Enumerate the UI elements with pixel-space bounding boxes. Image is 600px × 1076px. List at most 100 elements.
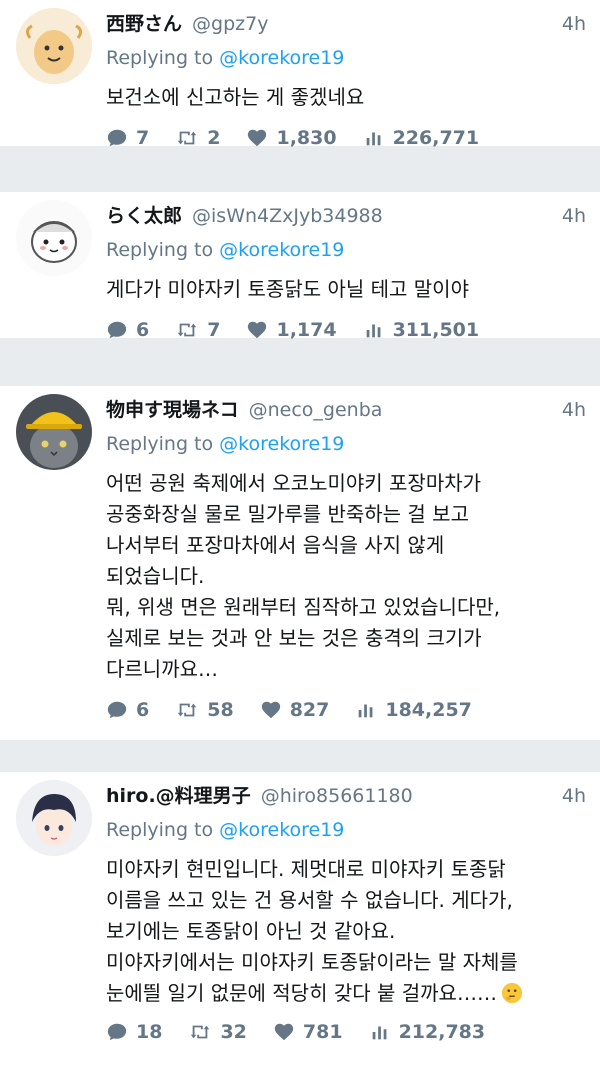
like-button[interactable]: 827: [260, 699, 330, 721]
tweet[interactable]: 西野さん @gpz7y 4h Replying to @korekore19 보…: [0, 0, 600, 149]
like-count: 1,830: [276, 127, 337, 149]
tweet[interactable]: hiro.@料理男子 @hiro85661180 4h Replying to …: [0, 772, 600, 1076]
retweet-icon: [178, 703, 197, 717]
like-count: 827: [289, 699, 330, 721]
timestamp[interactable]: 4h: [562, 6, 586, 42]
reply-bubble-icon: [107, 701, 127, 719]
replying-to: Replying to @korekore19: [106, 42, 586, 74]
display-name[interactable]: 西野さん: [106, 6, 182, 42]
tweet-header: hiro.@料理男子 @hiro85661180 4h: [106, 778, 586, 814]
cartoon-character-avatar-icon: [16, 8, 92, 84]
views-button[interactable]: 311,501: [363, 319, 480, 341]
views-bar-chart-icon: [366, 132, 380, 146]
avatar[interactable]: [16, 200, 92, 276]
retweet-icon: [178, 323, 197, 337]
cartoon-character-avatar-icon: [16, 200, 92, 276]
retweet-count: 2: [207, 127, 221, 149]
retweet-button[interactable]: 58: [175, 699, 234, 721]
tweet-actions: 6 7 1,174 311,501: [106, 319, 586, 341]
reply-button[interactable]: 6: [106, 319, 149, 341]
view-count: 184,257: [385, 699, 472, 721]
reply-count: 18: [136, 1021, 163, 1043]
tweet[interactable]: らく太郎 @isWn4ZxJyb34988 4h Replying to @ko…: [0, 192, 600, 341]
retweet-count: 32: [220, 1021, 247, 1043]
anime-boy-avatar-icon: [16, 780, 92, 856]
tweet-actions: 6 58 827 184,257: [106, 699, 586, 721]
heart-icon: [248, 321, 267, 339]
retweet-button[interactable]: 32: [188, 1021, 247, 1043]
tweet-separator: [0, 338, 600, 386]
mention-link[interactable]: @korekore19: [219, 433, 344, 455]
reply-count: 7: [136, 127, 150, 149]
display-name[interactable]: らく太郎: [106, 198, 182, 234]
avatar[interactable]: [16, 780, 92, 856]
replying-to: Replying to @korekore19: [106, 234, 586, 266]
reply-button[interactable]: 7: [106, 127, 149, 149]
like-button[interactable]: 1,174: [246, 319, 337, 341]
reply-count: 6: [136, 319, 150, 341]
view-count: 226,771: [392, 127, 480, 149]
tweet-text: 게다가 미야자키 토종닭도 아닐 테고 말이야: [106, 277, 469, 301]
reply-bubble-icon: [107, 129, 127, 147]
thinking-face-emoji-icon: [501, 982, 523, 1004]
views-bar-chart-icon: [366, 324, 380, 338]
tweet-text-content: 미야자키 현민입니다. 제멋대로 미야자키 토종닭 이름을 쓰고 있는 건 용서…: [106, 857, 518, 1005]
avatar[interactable]: [16, 394, 92, 470]
replying-to: Replying to @korekore19: [106, 428, 586, 460]
tweet-separator: [0, 740, 600, 772]
display-name[interactable]: 物申す現場ネコ: [106, 392, 239, 428]
tweet-header: 物申す現場ネコ @neco_genba 4h: [106, 392, 586, 428]
user-handle[interactable]: @neco_genba: [249, 392, 383, 428]
tweet-header: 西野さん @gpz7y 4h: [106, 6, 586, 42]
view-count: 212,783: [398, 1021, 486, 1043]
retweet-count: 58: [207, 699, 234, 721]
retweet-button[interactable]: 2: [175, 127, 220, 149]
mention-link[interactable]: @korekore19: [219, 819, 344, 841]
retweet-count: 7: [207, 319, 221, 341]
views-button[interactable]: 226,771: [363, 127, 480, 149]
tweet[interactable]: 物申す現場ネコ @neco_genba 4h Replying to @kore…: [0, 386, 600, 740]
reply-button[interactable]: 18: [106, 1021, 162, 1043]
reply-button[interactable]: 6: [106, 699, 149, 721]
tweet-separator: [0, 146, 600, 192]
user-handle[interactable]: @isWn4ZxJyb34988: [192, 198, 383, 234]
heart-icon: [274, 1023, 294, 1041]
like-button[interactable]: 781: [273, 1021, 343, 1043]
views-bar-chart-icon: [372, 1026, 386, 1040]
tweet-actions: 18 32 781 212,783: [106, 1021, 586, 1043]
like-count: 781: [302, 1021, 343, 1043]
reply-bubble-icon: [107, 1023, 127, 1041]
tweet-text: 어떤 공원 축제에서 오코노미야키 포장마차가 공중화장실 물로 밀가루를 반죽…: [106, 471, 501, 681]
tweet-header: らく太郎 @isWn4ZxJyb34988 4h: [106, 198, 586, 234]
replying-to-label: Replying to: [106, 433, 220, 455]
reply-bubble-icon: [107, 321, 127, 339]
like-count: 1,174: [276, 319, 337, 341]
timestamp[interactable]: 4h: [562, 198, 586, 234]
reply-count: 6: [136, 699, 150, 721]
mention-link[interactable]: @korekore19: [219, 47, 344, 69]
views-button[interactable]: 184,257: [355, 699, 472, 721]
user-handle[interactable]: @gpz7y: [192, 6, 268, 42]
replying-to-label: Replying to: [106, 239, 220, 261]
timestamp[interactable]: 4h: [562, 392, 586, 428]
retweet-button[interactable]: 7: [175, 319, 220, 341]
like-button[interactable]: 1,830: [246, 127, 337, 149]
cat-with-hardhat-avatar-icon: [16, 394, 92, 470]
user-handle[interactable]: @hiro85661180: [261, 778, 413, 814]
replying-to-label: Replying to: [106, 47, 220, 69]
display-name[interactable]: hiro.@料理男子: [106, 778, 251, 814]
heart-icon: [261, 701, 280, 719]
tweet-actions: 7 2 1,830 226,771: [106, 127, 586, 149]
timestamp[interactable]: 4h: [562, 778, 586, 814]
avatar[interactable]: [16, 8, 92, 84]
reply-feed: 西野さん @gpz7y 4h Replying to @korekore19 보…: [0, 0, 600, 1076]
retweet-icon: [178, 131, 197, 145]
view-count: 311,501: [392, 319, 480, 341]
mention-link[interactable]: @korekore19: [219, 239, 344, 261]
retweet-icon: [191, 1025, 210, 1039]
views-button[interactable]: 212,783: [369, 1021, 486, 1043]
heart-icon: [248, 129, 267, 147]
replying-to-label: Replying to: [106, 819, 220, 841]
replying-to: Replying to @korekore19: [106, 814, 586, 846]
tweet-text: 미야자키 현민입니다. 제멋대로 미야자키 토종닭 이름을 쓰고 있는 건 용서…: [106, 854, 586, 1009]
